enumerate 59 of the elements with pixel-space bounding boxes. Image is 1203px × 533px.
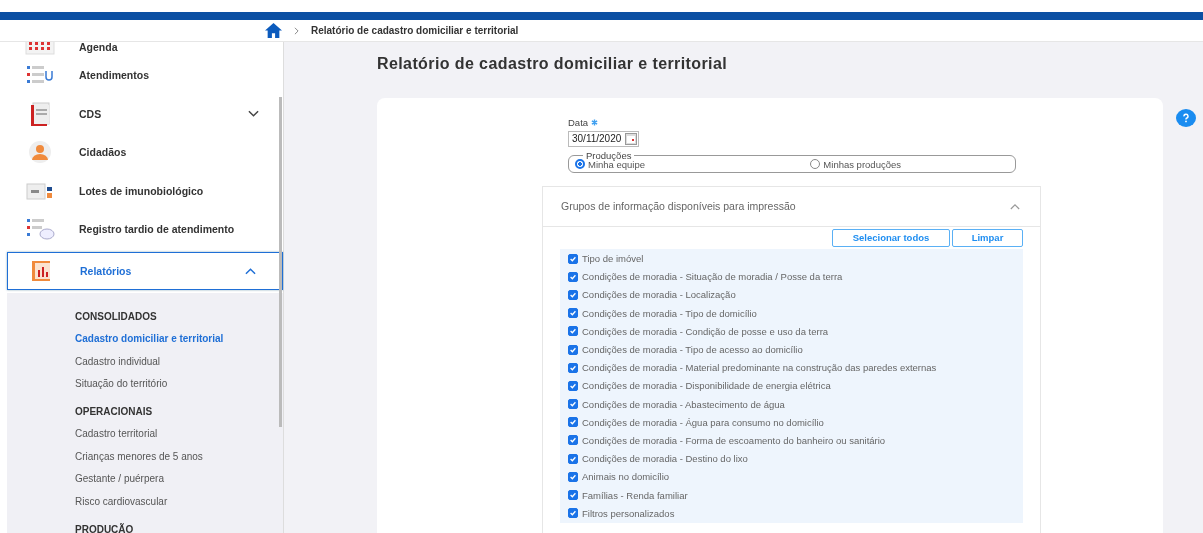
submenu-link[interactable]: Cadastro territorial [75,423,158,446]
submenu-heading: PRODUCÃO [75,522,134,533]
checkbox-option[interactable]: Condições de moradia - Água para consumo no domicílio [568,413,1015,432]
checkbox-option[interactable]: Condições de moradia - Disponibilidade de energia elétrica [568,376,1015,395]
checkbox[interactable] [568,508,578,519]
action-button[interactable]: Limpar [952,228,1023,247]
productions-legend: Produções [583,149,635,161]
checkbox[interactable] [568,399,578,410]
checkbox[interactable] [568,435,578,446]
submenu-link[interactable]: Situação do território [75,373,168,397]
checkbox[interactable] [568,253,578,264]
checkbox[interactable] [568,417,578,428]
checkbox[interactable] [568,289,578,300]
checkbox[interactable] [568,271,578,282]
submenu-link[interactable]: Risco cardiovascular [75,491,168,514]
checkbox[interactable] [568,326,578,337]
chevron-right-icon [294,26,299,35]
submenu-heading: CONSOLIDADOS [75,310,157,324]
checkbox-option[interactable]: Condições de moradia - Localização [568,285,1015,305]
checkbox-option[interactable]: Condições de moradia - Forma de escoamento do banheiro ou sanitário [568,431,1015,450]
breadcrumb-current: Relatório de cadastro domiciliar e territorial [311,25,519,36]
radio-option[interactable]: Minhas produções [810,158,901,170]
checkbox[interactable] [568,490,578,501]
checkbox[interactable] [568,380,578,391]
help-icon[interactable] [1176,109,1196,127]
home-icon[interactable] [265,23,282,38]
scrollbar[interactable] [279,97,282,427]
radio-icon[interactable] [575,159,585,169]
submenu-link[interactable]: Gestante / puérpera [75,468,164,492]
checkbox-option[interactable]: Tipo de imóvel [568,249,1015,268]
checkbox-option[interactable]: Condições de moradia - Tipo de acesso ao domicílio [568,340,1015,359]
checkbox[interactable] [568,344,578,355]
checkbox-option[interactable]: Condições de moradia - Condição de posse e uso da terra [568,322,1015,341]
page-title: Relatório de cadastro domiciliar e territorial [377,54,729,74]
submenu-link[interactable]: Cadastro individual [75,350,161,374]
checkbox-option[interactable]: Condições de moradia - Destino do lixo [568,449,1015,468]
submenu-link[interactable]: Crianças menores de 5 anos [75,445,203,469]
submenu-link[interactable]: Cadastro domiciliar e territorial [75,328,224,351]
checkbox-option[interactable]: Famílias - Renda familiar [568,485,1015,505]
menu-icon [25,217,55,242]
checkbox-option[interactable]: Condições de moradia - Situação de moradia / Posse da terra [568,267,1015,286]
checkbox-option[interactable]: Animais no domicílio [568,467,1015,486]
submenu-heading: OPERACIONAIS [75,405,153,420]
checkbox[interactable] [568,308,578,319]
chevron-icon[interactable] [1010,202,1020,210]
accordion-title[interactable]: Grupos de informação disponíveis para impressão [561,200,796,212]
checkbox[interactable] [568,362,578,373]
checkbox-option[interactable]: Condições de moradia - Material predominante na construção das paredes externas [568,358,1015,377]
checkbox-option[interactable]: Condições de moradia - Abastecimento de água [568,395,1015,414]
sidebar-item[interactable]: Atendimentos [7,56,283,95]
calendar-icon[interactable] [625,132,638,145]
checkbox[interactable] [568,453,578,464]
date-label: Data [568,117,589,128]
checkbox[interactable] [568,471,578,482]
checkbox-option[interactable]: Filtros personalizados [568,504,1015,523]
sidebar-item[interactable]: Agenda [7,42,283,56]
checkbox-option[interactable]: Condições de moradia - Tipo de domicílio [568,304,1015,323]
action-button[interactable]: Selecionar todos [832,228,950,247]
date-field[interactable]: 30/11/2020 [568,130,640,147]
